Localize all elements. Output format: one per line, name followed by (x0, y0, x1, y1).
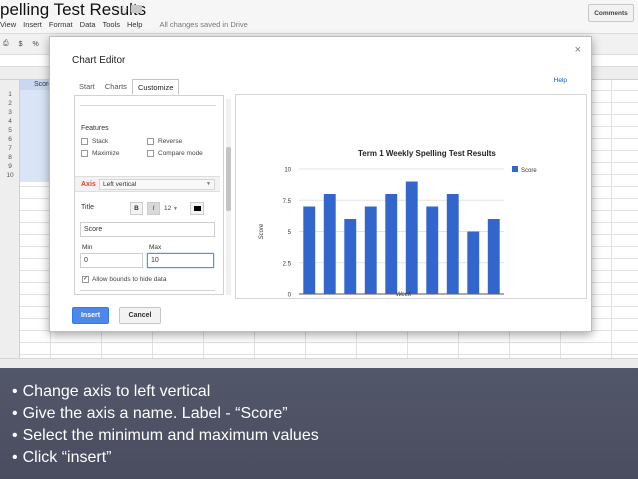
row-number[interactable]: 1 (0, 91, 20, 98)
row-number[interactable]: 10 (0, 172, 20, 179)
row-number[interactable]: 3 (0, 109, 20, 116)
dialog-title: Chart Editor (72, 55, 126, 66)
instruction-item: Give the axis a name. Label - “Score” (12, 403, 319, 425)
customize-panel: Features Stack Reverse Maximize Compare … (74, 95, 224, 295)
bar (323, 194, 336, 294)
bar-chart: Term 1 Weekly Spelling Test Results 0 2.5 5… (259, 149, 537, 299)
bar (487, 219, 500, 294)
folder-icon[interactable] (131, 5, 142, 13)
panel-scrollbar[interactable] (226, 99, 231, 295)
min-input[interactable]: 0 (80, 253, 143, 268)
instruction-item: Click “insert” (12, 447, 319, 469)
close-icon[interactable]: × (575, 44, 581, 56)
menu-data[interactable]: Data (80, 20, 96, 29)
menu-bar: View Insert Format Data Tools Help All c… (0, 17, 255, 31)
y-tick-label: 5 (288, 230, 292, 236)
sheet-horizontal-scrollbar[interactable] (0, 358, 638, 368)
allow-bounds-label: Allow bounds to hide data (92, 276, 167, 283)
help-link[interactable]: Help (554, 77, 567, 84)
tab-customize[interactable]: Customize (131, 79, 180, 95)
bar (385, 194, 398, 294)
compare-mode-checkbox[interactable] (147, 150, 154, 157)
menu-format[interactable]: Format (49, 20, 73, 29)
scrollbar-thumb[interactable] (226, 147, 231, 211)
bar (405, 181, 418, 294)
currency-format-button[interactable]: $ (19, 41, 23, 48)
bar (446, 194, 459, 294)
menu-help[interactable]: Help (127, 20, 142, 29)
row-number[interactable]: 5 (0, 127, 20, 134)
allow-bounds-checkbox[interactable]: ✓ (82, 276, 89, 283)
instruction-item: Select the minimum and maximum values (12, 425, 319, 447)
x-axis-label: Week (396, 292, 412, 298)
bold-button[interactable]: B (130, 201, 143, 215)
panel-section-divider (80, 98, 216, 106)
min-label: Min (82, 244, 93, 251)
comments-button[interactable]: Comments (588, 4, 634, 22)
percent-format-button[interactable]: % (33, 41, 39, 48)
bar (303, 206, 316, 294)
bar (364, 206, 377, 294)
compare-mode-label: Compare mode (158, 150, 203, 157)
y-tick-label: 2.5 (283, 261, 292, 267)
bar (467, 231, 480, 294)
font-size-select[interactable]: 12 ▼ (164, 205, 186, 212)
maximize-label: Maximize (92, 150, 120, 157)
row-number[interactable]: 8 (0, 154, 20, 161)
title-format-controls: B I 12 ▼ (130, 201, 218, 215)
menu-tools[interactable]: Tools (103, 20, 121, 29)
row-number[interactable]: 6 (0, 136, 20, 143)
max-input[interactable]: 10 (147, 253, 214, 268)
menu-view[interactable]: View (0, 20, 16, 29)
y-tick-label: 10 (284, 168, 291, 174)
maximize-checkbox[interactable] (81, 150, 88, 157)
bar (344, 219, 357, 294)
star-icon[interactable]: ☆ (117, 2, 129, 18)
chart-title: Term 1 Weekly Spelling Test Results (358, 149, 496, 158)
y-tick-label: 0 (288, 293, 292, 299)
row-number[interactable]: 4 (0, 118, 20, 125)
italic-button[interactable]: I (147, 201, 160, 215)
editor-tabs: Start Charts Customize (74, 79, 180, 95)
chart-editor-dialog: Chart Editor × Help Start Charts Customi… (49, 36, 592, 332)
y-axis-label: Score (259, 223, 265, 239)
print-icon[interactable]: ⎙ (3, 40, 9, 48)
chevron-down-icon: ▼ (173, 205, 178, 212)
axis-select[interactable]: Left vertical ▼ (99, 179, 215, 190)
max-label: Max (149, 244, 162, 251)
reverse-label: Reverse (158, 138, 183, 145)
reverse-checkbox[interactable] (147, 138, 154, 145)
tab-start[interactable]: Start (74, 79, 100, 95)
title-label: Title (81, 204, 94, 211)
row-number-gutter: 1 2 3 4 5 6 7 8 9 10 (0, 80, 20, 368)
row-number[interactable]: 2 (0, 100, 20, 107)
bar (426, 206, 439, 294)
axis-label: Axis (81, 181, 96, 188)
panel-section-divider (80, 290, 215, 294)
axis-title-input[interactable]: Score (80, 222, 215, 237)
menu-insert[interactable]: Insert (23, 20, 42, 29)
legend-swatch (512, 166, 518, 172)
instruction-list: Change axis to left vertical Give the ax… (12, 381, 319, 469)
font-size-value: 12 (164, 204, 172, 212)
color-swatch-icon (193, 205, 201, 211)
chart-preview: Term 1 Weekly Spelling Test Results 0 2.5 5… (235, 94, 587, 299)
instruction-banner: Change axis to left vertical Give the ax… (0, 368, 638, 479)
stack-label: Stack (92, 138, 109, 145)
chevron-down-icon: ▼ (206, 181, 211, 187)
stack-checkbox[interactable] (81, 138, 88, 145)
text-color-button[interactable] (190, 201, 204, 215)
y-tick-label: 7.5 (283, 199, 292, 205)
insert-button[interactable]: Insert (72, 307, 109, 324)
row-number[interactable]: 7 (0, 145, 20, 152)
instruction-item: Change axis to left vertical (12, 381, 319, 403)
tab-charts[interactable]: Charts (100, 79, 132, 95)
axis-section: Axis Left vertical ▼ (75, 176, 220, 192)
legend-label: Score (521, 168, 537, 174)
features-heading: Features (81, 125, 109, 132)
row-number[interactable]: 9 (0, 163, 20, 170)
cancel-button[interactable]: Cancel (119, 307, 161, 324)
save-status: All changes saved in Drive (159, 19, 248, 29)
axis-select-value: Left vertical (103, 181, 137, 188)
